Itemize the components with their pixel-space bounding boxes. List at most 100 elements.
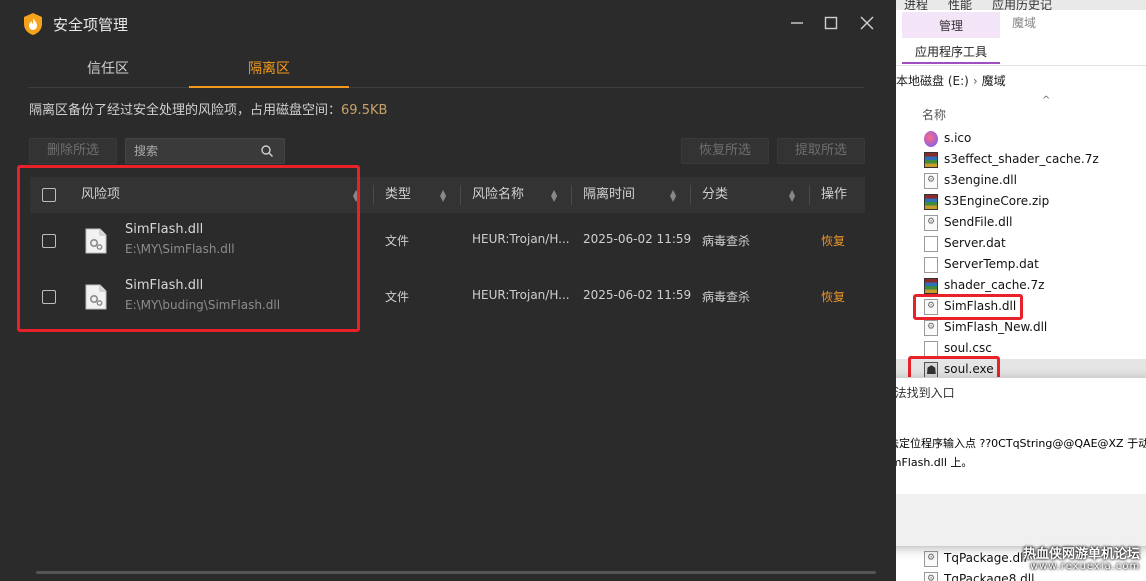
dll-file-icon [924, 173, 938, 189]
file-item[interactable]: soul.csc [896, 338, 1146, 359]
task-manager-tabs: 进程 性能 应用历史记 [896, 0, 1146, 12]
risk-item-risk-name: HEUR:Trojan/H... [472, 232, 570, 246]
column-risk-item[interactable]: 风险项 [81, 177, 120, 213]
error-message-line1: 无法定位程序输入点 ??0CTqString@@QAE@XZ 于动态 [877, 437, 1146, 450]
tab-bar: 信任区 隔离区 [28, 50, 864, 88]
column-action: 操作 [821, 187, 848, 202]
extract-selected-button[interactable]: 提取所选 [777, 138, 865, 164]
ribbon: 管理 魔域 应用程序工具 [896, 10, 1146, 66]
csc-file-icon [924, 341, 938, 357]
column-divider [690, 185, 691, 205]
security-app-window: 安全项管理 信任区 隔离区 隔离区备份了经过安全处理的风险项，占用磁盘空间：69… [0, 0, 896, 581]
file-item[interactable]: SimFlash_New.dll [896, 317, 1146, 338]
risk-item-time: 2025-06-02 11:59 [583, 232, 692, 246]
close-button[interactable] [856, 12, 878, 34]
dat-file-icon [924, 257, 938, 273]
file-item[interactable]: SimFlash.dll [896, 296, 1146, 317]
breadcrumb-drive[interactable]: 本地磁盘 (E:) [896, 74, 969, 88]
watermark-text: 热血侠网游单机论坛 [1023, 547, 1141, 562]
table-row[interactable]: SimFlash.dll E:\MY\buding\SimFlash.dll 文… [30, 269, 865, 325]
file-item[interactable]: S3EngineCore.zip [896, 191, 1146, 212]
search-box[interactable] [125, 138, 285, 164]
maximize-button[interactable] [820, 12, 842, 34]
file-item[interactable]: SendFile.dll [896, 212, 1146, 233]
table-header: 风险项 ▲ ▼ 类型 ▲ ▼ 风险名称 ▲ ▼ 隔离时间 ▲ ▼ 分类 ▲ ▼ 操作 [30, 177, 865, 213]
risk-item-path: E:\MY\SimFlash.dll [125, 242, 235, 256]
risk-item-name: SimFlash.dll [125, 222, 204, 237]
archive-file-icon [924, 152, 938, 168]
dat-file-icon [924, 236, 938, 252]
file-item[interactable]: s3effect_shader_cache.7z [896, 149, 1146, 170]
restore-link[interactable]: 恢复 [821, 288, 845, 305]
risk-item-type: 文件 [385, 234, 410, 248]
ribbon-folder-title: 魔域 [1012, 16, 1037, 30]
risk-item-name: SimFlash.dll [125, 278, 204, 293]
column-divider [373, 185, 374, 205]
select-all-checkbox[interactable] [42, 188, 56, 202]
sort-icon[interactable]: ▲ ▼ [551, 189, 557, 203]
archive-file-icon [924, 194, 938, 210]
dll-file-icon [924, 572, 938, 581]
minimize-button[interactable] [786, 12, 808, 34]
maximize-icon [824, 16, 838, 30]
tab-quarantine[interactable]: 隔离区 [189, 50, 349, 88]
restore-link[interactable]: 恢复 [821, 232, 845, 249]
screen: 进程 性能 应用历史记 管理 魔域 应用程序工具 本地磁盘 (E:) › 魔域 ^ … [0, 0, 1146, 581]
sort-icon[interactable]: ▲ ▼ [440, 189, 446, 203]
archive-file-icon [924, 278, 938, 294]
column-type[interactable]: 类型 [385, 177, 411, 213]
window-title: 安全项管理 [53, 16, 129, 34]
sort-icon[interactable]: ▲ ▼ [353, 189, 359, 203]
minimize-icon [791, 22, 803, 24]
risk-item-time: 2025-06-02 11:59 [583, 288, 692, 302]
dll-file-icon [85, 228, 107, 254]
close-icon [860, 16, 874, 30]
ribbon-tab-app-tools[interactable]: 应用程序工具 [902, 40, 1000, 64]
shield-logo-icon [24, 13, 42, 35]
column-divider [809, 185, 810, 205]
row-checkbox[interactable] [42, 290, 56, 304]
breadcrumb-separator-icon: › [972, 74, 978, 88]
ribbon-tab-manage[interactable]: 管理 [902, 12, 1000, 38]
column-category[interactable]: 分类 [702, 177, 728, 213]
ico-file-icon [924, 131, 938, 147]
restore-selected-button[interactable]: 恢复所选 [681, 138, 769, 164]
file-list: s.ico s3effect_shader_cache.7z s3engine.… [896, 128, 1146, 380]
sort-icon[interactable]: ▲ ▼ [670, 189, 676, 203]
dll-file-icon [924, 299, 938, 315]
description-text: 隔离区备份了经过安全处理的风险项，占用磁盘空间： [29, 103, 342, 118]
delete-selected-button[interactable]: 删除所选 [29, 138, 117, 164]
watermark-url: www.rexuexia.com [1030, 561, 1141, 572]
file-item[interactable]: s3engine.dll [896, 170, 1146, 191]
exe-file-icon [924, 362, 938, 378]
disk-usage-value: 69.5KB [341, 103, 388, 118]
sort-up-icon: ^ [1042, 95, 1051, 106]
address-bar[interactable]: 本地磁盘 (E:) › 魔域 [896, 68, 1146, 94]
row-checkbox[interactable] [42, 234, 56, 248]
file-item[interactable]: shader_cache.7z [896, 275, 1146, 296]
risk-item-category: 病毒查杀 [702, 234, 751, 248]
risk-item-category: 病毒查杀 [702, 290, 751, 304]
column-isolation-time[interactable]: 隔离时间 [583, 177, 635, 213]
search-input[interactable] [134, 142, 254, 160]
column-divider [460, 185, 461, 205]
search-icon[interactable] [260, 144, 274, 158]
quarantine-description: 隔离区备份了经过安全处理的风险项，占用磁盘空间：69.5KB [29, 99, 387, 118]
dll-file-icon [924, 215, 938, 231]
breadcrumb-folder[interactable]: 魔域 [982, 74, 1006, 88]
risk-item-risk-name: HEUR:Trojan/H... [472, 288, 570, 302]
column-risk-name[interactable]: 风险名称 [472, 177, 524, 213]
table-row[interactable]: SimFlash.dll E:\MY\SimFlash.dll 文件 HEUR:… [30, 213, 865, 269]
dll-file-icon [924, 320, 938, 336]
file-item[interactable]: ServerTemp.dat [896, 254, 1146, 275]
sort-icon[interactable]: ▲ ▼ [789, 189, 795, 203]
file-item[interactable]: s.ico [896, 128, 1146, 149]
dll-file-icon [924, 551, 938, 567]
column-header-name[interactable]: 名称 [922, 106, 946, 123]
column-divider [571, 185, 572, 205]
horizontal-scrollbar[interactable] [36, 571, 876, 574]
tab-trust-zone[interactable]: 信任区 [28, 50, 188, 88]
risk-item-type: 文件 [385, 290, 410, 304]
dll-file-icon [85, 284, 107, 310]
file-item[interactable]: Server.dat [896, 233, 1146, 254]
